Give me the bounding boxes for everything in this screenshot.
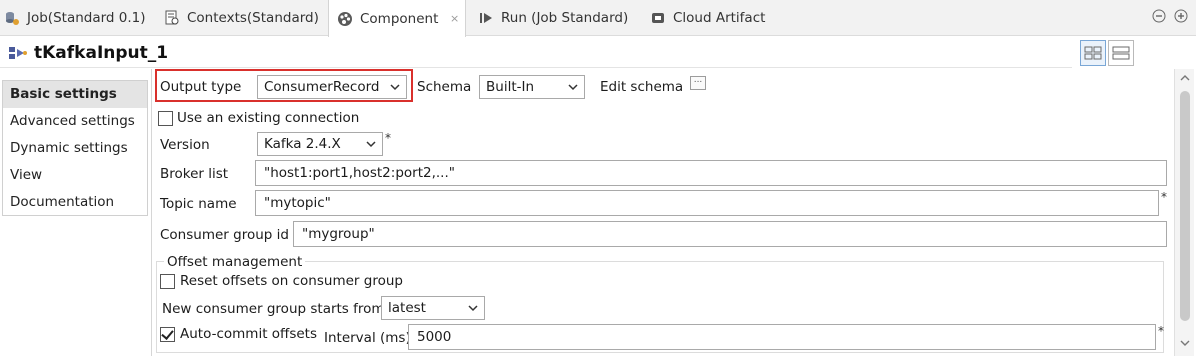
new-group-starts-label: New consumer group starts from xyxy=(162,301,385,317)
edit-schema-label: Edit schema xyxy=(600,79,684,95)
schema-value: Built-In xyxy=(486,79,535,95)
output-type-value: ConsumerRecord xyxy=(264,79,380,95)
grid-view-button[interactable] xyxy=(1080,40,1106,66)
interval-field[interactable]: 5000 xyxy=(408,324,1156,350)
required-marker: * xyxy=(1161,190,1167,204)
output-type-select[interactable]: ConsumerRecord xyxy=(257,75,407,99)
use-existing-connection-checkbox[interactable] xyxy=(158,111,173,126)
chevron-down-icon xyxy=(366,141,376,148)
tab-label: Component xyxy=(360,10,439,27)
auto-commit-label: Auto-commit offsets xyxy=(180,326,318,342)
sidebar-item-dynamic-settings[interactable]: Dynamic settings xyxy=(3,135,147,162)
tab-cloud-artifact[interactable]: Cloud Artifact xyxy=(650,0,780,36)
sidebar-item-view[interactable]: View xyxy=(3,162,147,189)
new-group-starts-value: latest xyxy=(388,300,426,316)
kafka-component-icon xyxy=(8,44,28,62)
settings-sidebar: Basic settings Advanced settings Dynamic… xyxy=(2,80,148,216)
output-type-label: Output type xyxy=(160,79,242,95)
consumer-group-label: Consumer group id xyxy=(160,227,289,243)
required-marker: * xyxy=(1158,324,1164,338)
topic-name-label: Topic name xyxy=(160,196,237,212)
use-existing-connection-label: Use an existing connection xyxy=(177,110,360,126)
component-title: tKafkaInput_1 xyxy=(34,43,169,63)
job-icon xyxy=(4,10,20,26)
scroll-up-icon[interactable] xyxy=(1180,74,1190,82)
tab-job[interactable]: Job(Standard 0.1) xyxy=(4,0,154,36)
chevron-down-icon xyxy=(468,305,478,312)
chevron-down-icon xyxy=(390,84,400,91)
required-marker: * xyxy=(385,131,391,145)
component-header: tKafkaInput_1 xyxy=(0,37,1196,69)
basic-settings-panel: Output type ConsumerRecord Schema Built-… xyxy=(151,69,1174,356)
topic-name-field[interactable]: "mytopic" xyxy=(255,190,1159,216)
tab-label: Run (Job Standard) xyxy=(501,10,629,26)
close-icon[interactable]: × xyxy=(450,13,459,24)
tab-component[interactable]: Component × xyxy=(328,0,466,37)
cloud-artifact-icon xyxy=(650,10,666,26)
sidebar-item-basic-settings[interactable]: Basic settings xyxy=(3,81,147,108)
tab-run[interactable]: Run (Job Standard) xyxy=(478,0,643,36)
vertical-scrollbar[interactable] xyxy=(1174,69,1194,356)
scroll-down-icon[interactable] xyxy=(1180,339,1190,347)
minimize-icon[interactable] xyxy=(1151,8,1167,24)
consumer-group-field[interactable]: "mygroup" xyxy=(293,221,1167,247)
tab-contexts[interactable]: Contexts(Standard) xyxy=(164,0,324,36)
broker-list-field[interactable]: "host1:port1,host2:port2,..." xyxy=(255,160,1167,186)
title-divider xyxy=(0,67,1072,68)
offset-management-title: Offset management xyxy=(164,254,306,270)
run-icon xyxy=(478,10,494,26)
scrollbar-thumb[interactable] xyxy=(1180,91,1190,321)
maximize-icon[interactable] xyxy=(1173,8,1189,24)
schema-select[interactable]: Built-In xyxy=(479,75,585,99)
reset-offsets-label: Reset offsets on consumer group xyxy=(180,273,403,289)
edit-schema-button[interactable]: ... xyxy=(690,76,706,90)
reset-offsets-checkbox[interactable] xyxy=(160,274,175,289)
chevron-down-icon xyxy=(568,84,578,91)
contexts-icon xyxy=(164,10,180,26)
auto-commit-checkbox[interactable] xyxy=(160,327,175,342)
new-group-starts-select[interactable]: latest xyxy=(381,296,485,320)
sidebar-item-documentation[interactable]: Documentation xyxy=(3,189,147,216)
interval-label: Interval (ms) xyxy=(324,330,411,346)
schema-label: Schema xyxy=(417,79,472,95)
version-label: Version xyxy=(160,137,210,153)
tab-label: Job(Standard 0.1) xyxy=(27,10,146,26)
tab-label: Cloud Artifact xyxy=(673,10,766,26)
broker-list-label: Broker list xyxy=(160,166,229,182)
editor-tab-bar: Job(Standard 0.1) Contexts(Standard) Com… xyxy=(0,0,1196,37)
version-select[interactable]: Kafka 2.4.X xyxy=(257,132,383,156)
list-view-button[interactable] xyxy=(1108,40,1134,66)
component-icon xyxy=(337,11,353,27)
sidebar-item-advanced-settings[interactable]: Advanced settings xyxy=(3,108,147,135)
tab-label: Contexts(Standard) xyxy=(187,10,319,26)
version-value: Kafka 2.4.X xyxy=(264,136,341,152)
